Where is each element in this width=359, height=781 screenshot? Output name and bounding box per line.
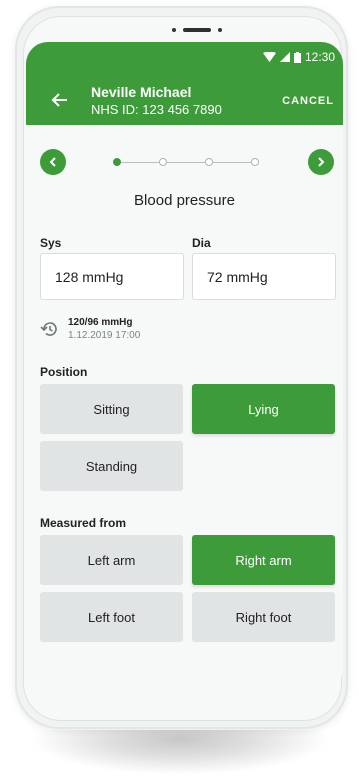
chevron-right-icon bbox=[318, 157, 325, 167]
prev-step-button[interactable] bbox=[40, 149, 66, 175]
position-option-sitting[interactable]: Sitting bbox=[40, 384, 183, 434]
app-bar: 12:30 Neville Michael NHS ID: 123 456 78… bbox=[26, 42, 343, 125]
sys-label: Sys bbox=[40, 236, 62, 250]
history-icon bbox=[40, 322, 57, 336]
chevron-left-icon bbox=[49, 157, 56, 167]
patient-nhs-id: NHS ID: 123 456 7890 bbox=[91, 102, 222, 117]
step-indicator bbox=[113, 158, 259, 166]
measured-option-left-foot[interactable]: Left foot bbox=[40, 592, 183, 642]
measured-option-right-foot[interactable]: Right foot bbox=[192, 592, 335, 642]
phone-shadow bbox=[30, 730, 330, 775]
dia-input[interactable]: 72 mmHg bbox=[192, 253, 336, 300]
measured-option-right-arm[interactable]: Right arm bbox=[192, 535, 335, 585]
back-arrow-icon[interactable] bbox=[50, 90, 70, 110]
position-label: Position bbox=[40, 365, 88, 379]
cancel-button[interactable]: CANCEL bbox=[282, 95, 334, 107]
sys-input[interactable]: 128 mmHg bbox=[40, 253, 184, 300]
step-dot-1 bbox=[113, 158, 121, 166]
status-bar: 12:30 bbox=[262, 50, 335, 64]
status-time: 12:30 bbox=[304, 50, 335, 64]
page-title: Blood pressure bbox=[134, 192, 235, 209]
position-option-standing[interactable]: Standing bbox=[40, 441, 183, 491]
next-step-button[interactable] bbox=[308, 149, 334, 175]
dia-label: Dia bbox=[192, 236, 211, 250]
previous-reading-value: 120/96 mmHg bbox=[68, 317, 133, 328]
wifi-icon bbox=[262, 51, 276, 62]
step-dot-2 bbox=[159, 158, 167, 166]
patient-name: Neville Michael bbox=[91, 84, 192, 100]
measured-option-left-arm[interactable]: Left arm bbox=[40, 535, 183, 585]
measured-from-label: Measured from bbox=[40, 516, 127, 530]
step-dot-3 bbox=[205, 158, 213, 166]
battery-icon bbox=[293, 51, 301, 63]
stepper bbox=[26, 149, 343, 175]
signal-icon bbox=[279, 52, 290, 62]
phone-speaker bbox=[172, 26, 222, 34]
step-dot-4 bbox=[251, 158, 259, 166]
previous-reading-time: 1.12.2019 17:00 bbox=[68, 330, 141, 341]
phone-screen: 12:30 Neville Michael NHS ID: 123 456 78… bbox=[26, 42, 343, 697]
position-option-lying[interactable]: Lying bbox=[192, 384, 335, 434]
